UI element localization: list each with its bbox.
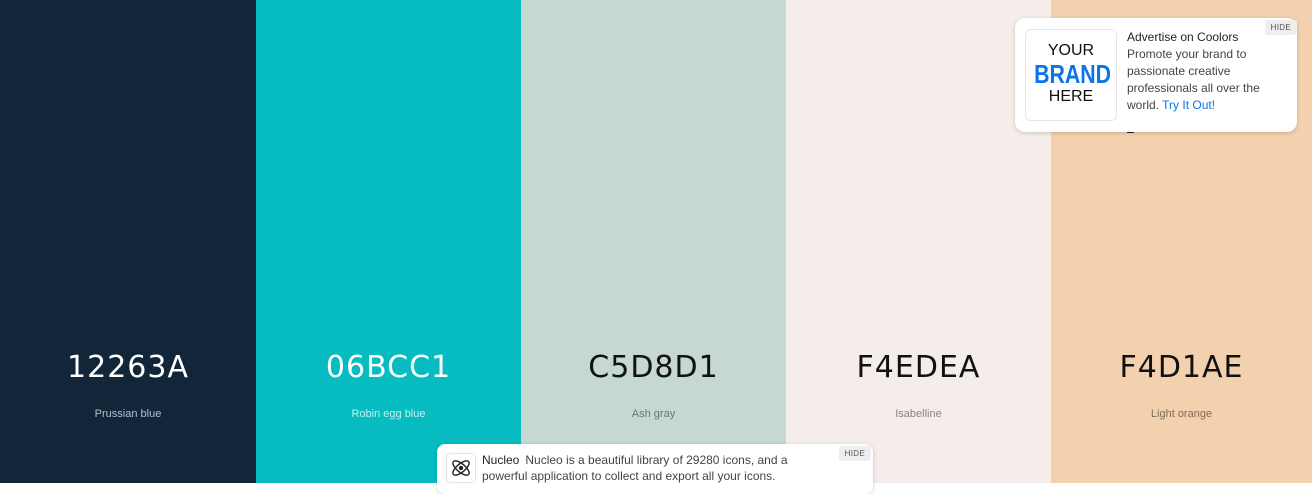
logo-line-2: BRAND — [1034, 59, 1112, 89]
nucleo-description: Nucleo is a beautiful library of 29280 i… — [482, 453, 788, 483]
swatch-ash-gray[interactable]: C5D8D1 Ash gray — [521, 0, 786, 483]
ad-title: Advertise on Coolors — [1127, 30, 1239, 44]
swatch-hex[interactable]: C5D8D1 — [521, 350, 786, 385]
swatch-name[interactable]: Light orange — [1051, 408, 1312, 420]
swatch-hex[interactable]: F4D1AE — [1051, 350, 1312, 385]
swatch-hex[interactable]: F4EDEA — [786, 350, 1051, 385]
ad-card[interactable]: YOUR BRAND HERE Advertise on Coolors Pro… — [1015, 18, 1297, 132]
swatch-hex[interactable]: 06BCC1 — [256, 350, 521, 385]
swatch-robin-egg-blue[interactable]: 06BCC1 Robin egg blue — [256, 0, 521, 483]
swatch-isabelline[interactable]: F4EDEA Isabelline — [786, 0, 1051, 483]
swatch-name[interactable]: Ash gray — [521, 408, 786, 420]
ad-hide-button[interactable]: HIDE — [1264, 20, 1297, 35]
swatch-prussian-blue[interactable]: 12263A Prussian blue — [0, 0, 256, 483]
swatch-name[interactable]: Prussian blue — [0, 408, 256, 420]
ad-link[interactable]: Try It Out! — [1162, 98, 1215, 112]
nucleo-hide-button[interactable]: HIDE — [838, 446, 871, 461]
swatch-name[interactable]: Robin egg blue — [256, 408, 521, 420]
atom-icon — [446, 453, 476, 483]
nucleo-text: Nucleo Nucleo is a beautiful library of 2… — [482, 452, 827, 484]
logo-line-1: YOUR — [1047, 42, 1095, 59]
logo-line-3: HERE — [1048, 88, 1094, 105]
nucleo-brand: Nucleo — [482, 453, 520, 467]
text-cursor — [1127, 132, 1134, 133]
swatch-hex[interactable]: 12263A — [0, 350, 256, 385]
nucleo-ad-card[interactable]: Nucleo Nucleo is a beautiful library of 2… — [437, 444, 873, 494]
brand-logo[interactable]: YOUR BRAND HERE — [1025, 29, 1117, 121]
ad-text: Advertise on Coolors Promote your brand … — [1127, 29, 1287, 114]
swatch-name[interactable]: Isabelline — [786, 408, 1051, 420]
